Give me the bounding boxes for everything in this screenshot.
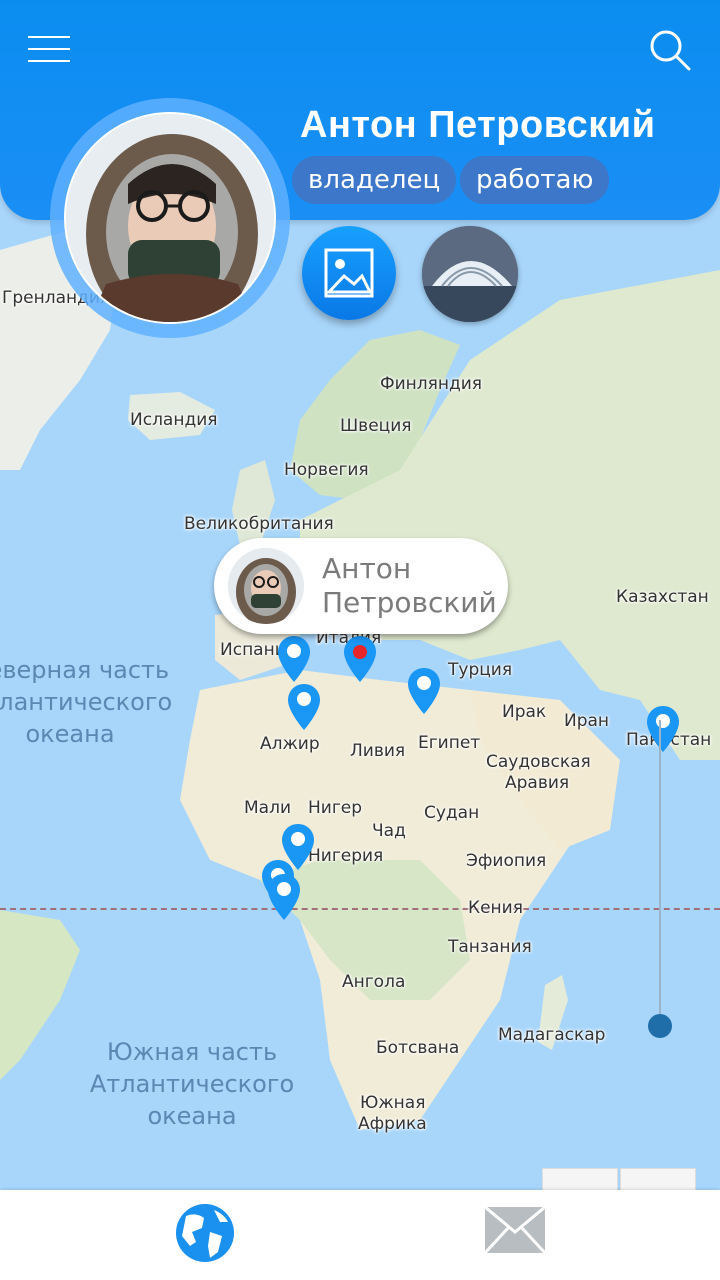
label-kazakhstan: Казахстан bbox=[616, 587, 709, 607]
map-control-right[interactable] bbox=[620, 1168, 696, 1190]
label-nigeria: Нигерия bbox=[308, 846, 384, 866]
mail-icon[interactable] bbox=[484, 1206, 546, 1254]
role-chip[interactable]: владелец bbox=[292, 156, 457, 204]
map-pin[interactable] bbox=[286, 682, 322, 732]
image-icon bbox=[324, 248, 374, 298]
label-iraq: Ирак bbox=[502, 702, 547, 722]
label-angola: Ангола bbox=[342, 972, 406, 992]
label-libya: Ливия bbox=[350, 741, 406, 761]
search-icon[interactable] bbox=[648, 28, 692, 72]
label-north-atlantic: Северная часть Атлантического океана bbox=[0, 656, 173, 748]
menu-icon[interactable] bbox=[28, 36, 70, 64]
map-control-left[interactable] bbox=[542, 1168, 618, 1190]
label-turkey: Турция bbox=[448, 660, 513, 680]
map-pin[interactable] bbox=[266, 872, 302, 922]
label-uk: Великобритания bbox=[184, 514, 334, 534]
bubble-user-name: Антон Петровский bbox=[322, 552, 497, 619]
label-south-africa-2: Африка bbox=[358, 1114, 427, 1134]
label-iceland: Исландия bbox=[130, 410, 218, 430]
user-name: Антон Петровский bbox=[300, 104, 656, 146]
label-ethiopia: Эфиопия bbox=[466, 851, 547, 871]
route-line bbox=[659, 720, 661, 1025]
label-tanzania: Танзания bbox=[448, 937, 532, 957]
avatar[interactable] bbox=[64, 112, 276, 324]
equator-line bbox=[0, 908, 720, 910]
avatar-photo bbox=[66, 114, 274, 322]
label-egypt: Египет bbox=[418, 733, 481, 753]
route-end-dot[interactable] bbox=[648, 1014, 672, 1038]
user-map-bubble[interactable]: Антон Петровский bbox=[214, 538, 508, 634]
gallery-button[interactable] bbox=[302, 226, 396, 320]
label-sudan: Судан bbox=[424, 803, 480, 823]
bubble-avatar bbox=[228, 548, 304, 624]
label-botswana: Ботсвана bbox=[376, 1038, 460, 1058]
label-saudi-1: Саудовская bbox=[486, 752, 591, 772]
label-norway: Норвегия bbox=[284, 460, 369, 480]
label-south-atlantic: Южная часть Атлантического океана bbox=[89, 1038, 295, 1130]
label-saudi-2: Аравия bbox=[505, 773, 570, 793]
label-niger: Нигер bbox=[308, 798, 363, 818]
map-pin[interactable] bbox=[645, 704, 681, 754]
map-pin[interactable] bbox=[276, 634, 312, 684]
bottom-nav bbox=[0, 1190, 720, 1280]
photo-thumbnail[interactable] bbox=[422, 226, 518, 322]
label-algeria: Алжир bbox=[260, 734, 320, 754]
map-pin[interactable] bbox=[406, 666, 442, 716]
label-south-africa-1: Южная bbox=[360, 1093, 426, 1113]
label-mali: Мали bbox=[244, 798, 291, 818]
status-chip[interactable]: работаю bbox=[460, 156, 610, 204]
thumbnail-image bbox=[422, 226, 518, 322]
label-iran: Иран bbox=[564, 711, 610, 731]
globe-icon[interactable] bbox=[174, 1202, 236, 1264]
label-finland: Финляндия bbox=[380, 374, 483, 394]
label-madagascar: Мадагаскар bbox=[498, 1025, 606, 1045]
label-sweden: Швеция bbox=[340, 416, 412, 436]
label-chad: Чад bbox=[372, 821, 406, 841]
map-pin-active[interactable] bbox=[342, 634, 378, 684]
label-kenya: Кения bbox=[468, 898, 523, 918]
